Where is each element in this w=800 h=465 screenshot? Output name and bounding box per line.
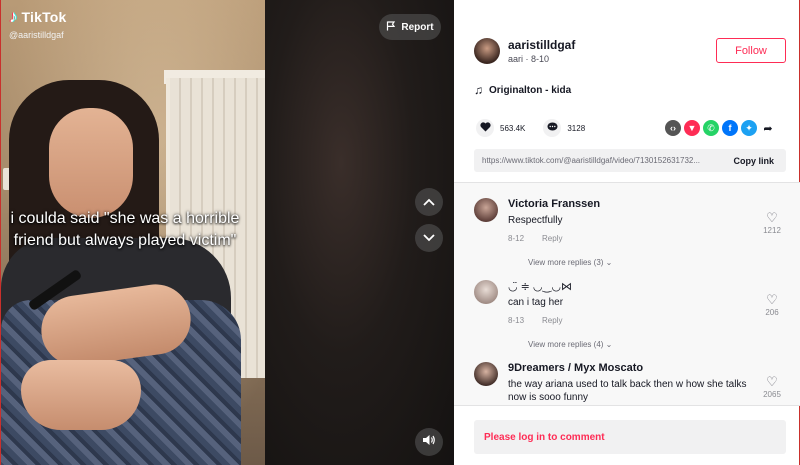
whatsapp-icon[interactable]: ✆ xyxy=(703,120,719,136)
login-to-comment-button[interactable]: Please log in to comment xyxy=(474,420,786,454)
comment-item: ◡̈ ≑ ◡‿◡⋈ can i tag her 8-13 Reply ♡ 206… xyxy=(474,280,790,360)
view-more-replies-label: View more replies (4) xyxy=(528,340,604,349)
tiktok-note-icon: ♪ xyxy=(9,7,18,26)
comment-like-count: 2065 xyxy=(763,390,781,399)
chevron-up-icon xyxy=(423,193,435,211)
post-date: 8-10 xyxy=(531,54,550,64)
share-buttons: ‹› ▼ ✆ f ✦ ➦ xyxy=(665,120,776,136)
heart-icon xyxy=(479,122,491,134)
commenter-name[interactable]: Victoria Franssen xyxy=(508,198,600,210)
comment-like: ♡ 206 xyxy=(762,292,782,317)
comment-meta: 8-12 Reply xyxy=(508,234,562,243)
like-button[interactable] xyxy=(476,119,494,137)
commenter-avatar[interactable] xyxy=(474,362,498,386)
comment-button[interactable] xyxy=(543,119,562,137)
music-title: Originalton - kida xyxy=(489,84,572,96)
divider xyxy=(454,405,800,406)
author-username[interactable]: aaristilldgaf xyxy=(508,38,575,52)
comment-meta: 8-13 Reply xyxy=(508,316,562,325)
video-caption-overlay: i coulda said "she was a horrible friend… xyxy=(10,210,240,249)
comment-date: 8-13 xyxy=(508,316,525,325)
commenter-avatar[interactable] xyxy=(474,198,498,222)
comment-text: can i tag her xyxy=(508,297,564,308)
view-more-replies[interactable]: View more replies (3) ⌄ xyxy=(528,258,612,267)
follow-button[interactable]: Follow xyxy=(716,38,786,63)
next-video-button[interactable] xyxy=(415,224,443,252)
report-button[interactable]: Report xyxy=(379,14,441,40)
person-face xyxy=(49,108,133,218)
embed-icon[interactable]: ‹› xyxy=(665,120,681,136)
video-details-panel: aaristilldgaf aari · 8-10 Follow ♫ Origi… xyxy=(454,0,800,465)
video-url[interactable]: https://www.tiktok.com/@aaristilldgaf/vi… xyxy=(474,156,721,165)
reply-button[interactable]: Reply xyxy=(542,316,562,325)
person-hand xyxy=(21,360,141,430)
comment-item: Victoria Franssen Respectfully 8-12 Repl… xyxy=(474,198,790,278)
comment-text: Respectfully xyxy=(508,215,563,226)
send-icon[interactable]: ▼ xyxy=(684,120,700,136)
comment-like-count: 206 xyxy=(765,308,779,317)
copy-link-row: https://www.tiktok.com/@aaristilldgaf/vi… xyxy=(474,149,786,172)
twitter-icon[interactable]: ✦ xyxy=(741,120,757,136)
like-count: 563.4K xyxy=(500,123,526,133)
tiktok-logo[interactable]: ♪ TikTok xyxy=(9,8,67,25)
chevron-down-icon xyxy=(423,229,435,247)
report-label: Report xyxy=(401,21,434,33)
music-link[interactable]: ♫ Originalton - kida xyxy=(474,83,571,97)
heart-outline-icon[interactable]: ♡ xyxy=(762,374,782,390)
author-avatar[interactable] xyxy=(474,38,500,64)
previous-video-button[interactable] xyxy=(415,188,443,216)
view-more-replies-label: View more replies (3) xyxy=(528,258,604,267)
comment-count: 3128 xyxy=(567,123,586,133)
facebook-icon[interactable]: f xyxy=(722,120,738,136)
comment-item: 9Dreamers / Myx Moscato the way ariana u… xyxy=(474,362,790,405)
video-player[interactable]: ♪ TikTok @aaristilldgaf i coulda said "s… xyxy=(0,0,454,465)
comment-list[interactable]: Victoria Franssen Respectfully 8-12 Repl… xyxy=(454,183,800,405)
music-note-icon: ♫ xyxy=(474,83,483,97)
chevron-down-icon: ⌄ xyxy=(605,340,613,349)
video-stats: 563.4K 3128 xyxy=(476,119,603,137)
heart-outline-icon[interactable]: ♡ xyxy=(762,210,782,226)
reply-button[interactable]: Reply xyxy=(542,234,562,243)
chevron-down-icon: ⌄ xyxy=(605,258,613,267)
author-subtitle: aari · 8-10 xyxy=(508,54,575,64)
comment-date: 8-12 xyxy=(508,234,525,243)
comment-like: ♡ 1212 xyxy=(762,210,782,235)
video-watermark-handle: @aaristilldgaf xyxy=(9,30,64,40)
volume-button[interactable] xyxy=(415,428,443,456)
copy-link-button[interactable]: Copy link xyxy=(721,156,786,166)
commenter-name[interactable]: ◡̈ ≑ ◡‿◡⋈ xyxy=(508,280,572,293)
comment-icon xyxy=(547,122,558,134)
tiktok-wordmark: TikTok xyxy=(21,8,67,25)
author-nickname: aari xyxy=(508,54,524,64)
forward-icon[interactable]: ➦ xyxy=(760,120,776,136)
flag-icon xyxy=(386,20,396,34)
view-more-replies[interactable]: View more replies (4) ⌄ xyxy=(528,340,612,349)
heart-outline-icon[interactable]: ♡ xyxy=(762,292,782,308)
author-info[interactable]: aaristilldgaf aari · 8-10 xyxy=(474,38,575,64)
comment-text: the way ariana used to talk back then w … xyxy=(508,379,747,403)
commenter-name[interactable]: 9Dreamers / Myx Moscato xyxy=(508,362,643,374)
commenter-avatar[interactable] xyxy=(474,280,498,304)
comment-like-count: 1212 xyxy=(763,226,781,235)
comment-like: ♡ 2065 xyxy=(762,374,782,399)
speaker-icon xyxy=(422,433,436,451)
